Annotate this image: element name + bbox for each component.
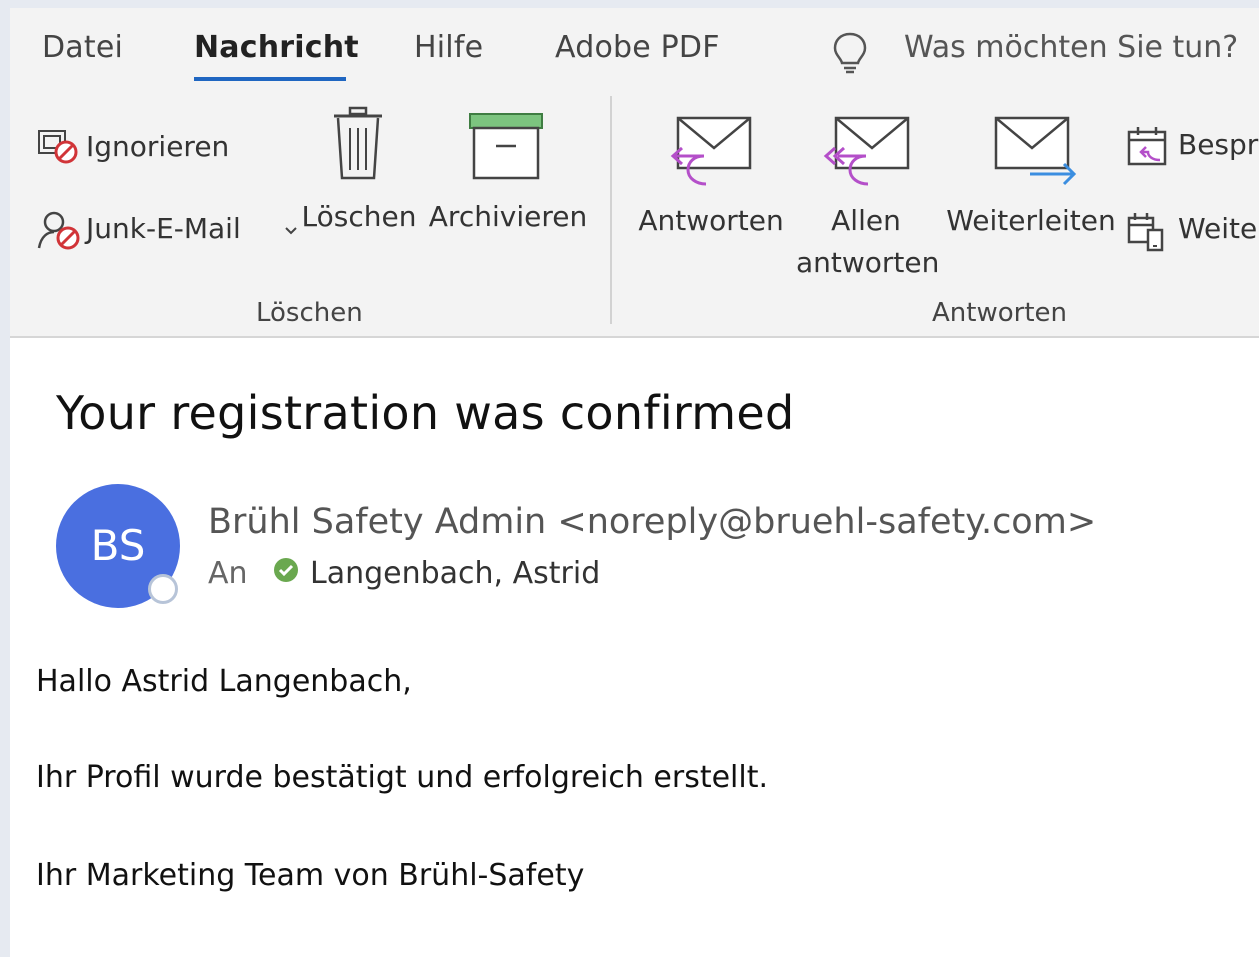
- reply-all-label-line1: Allen: [831, 204, 901, 237]
- tab-help[interactable]: Hilfe: [414, 30, 483, 65]
- reply-button[interactable]: Antworten: [636, 112, 786, 252]
- to-label: An: [208, 556, 248, 591]
- meeting-label: Bespre: [1178, 128, 1259, 161]
- presence-status-icon: [148, 574, 178, 604]
- meeting-button[interactable]: Bespre: [1126, 124, 1259, 168]
- delete-group-label: Löschen: [256, 298, 363, 328]
- lightbulb-icon: [833, 32, 867, 74]
- body-text: Ihr Profil wurde bestätigt und erfolgrei…: [36, 760, 769, 795]
- respond-group-label: Antworten: [932, 298, 1067, 328]
- delete-button[interactable]: Löschen: [300, 104, 418, 244]
- more-respond-label: Weiter: [1178, 212, 1259, 245]
- group-separator: [610, 96, 612, 324]
- trash-icon: [334, 106, 382, 180]
- archive-button[interactable]: Archivieren: [428, 108, 588, 248]
- tab-adobe-pdf[interactable]: Adobe PDF: [555, 30, 720, 65]
- archive-label: Archivieren: [428, 200, 588, 233]
- reply-all-icon: [823, 116, 910, 186]
- ignore-label: Ignorieren: [86, 130, 230, 163]
- more-respond-button[interactable]: Weiter: [1126, 208, 1259, 252]
- ribbon: Datei Nachricht Hilfe Adobe PDF Was möch…: [10, 8, 1259, 338]
- forward-label: Weiterleiten: [946, 204, 1116, 237]
- junk-email-label: Junk-E-Mail: [86, 212, 241, 245]
- ignore-conversation-icon: [38, 130, 78, 164]
- forward-icon: [994, 116, 1077, 186]
- reply-all-label-line2: antworten: [796, 246, 940, 279]
- tab-message[interactable]: Nachricht: [194, 30, 359, 65]
- chevron-down-icon: [285, 227, 297, 235]
- calendar-device-icon: [1127, 213, 1164, 252]
- reply-icon: [670, 116, 752, 186]
- delete-label: Löschen: [301, 200, 417, 233]
- reply-label: Antworten: [638, 204, 784, 237]
- reply-all-button[interactable]: Allen antworten: [796, 112, 940, 292]
- outlook-message-window: Datei Nachricht Hilfe Adobe PDF Was möch…: [10, 8, 1259, 957]
- tab-file[interactable]: Datei: [42, 30, 123, 65]
- recipient-status-icon: [274, 558, 298, 582]
- archive-box-icon: [469, 113, 543, 180]
- ignore-button[interactable]: Ignorieren: [36, 126, 236, 170]
- calendar-reply-icon: [1127, 127, 1167, 166]
- forward-button[interactable]: Weiterleiten: [946, 112, 1116, 252]
- junk-user-icon: [37, 211, 80, 250]
- recipient-name[interactable]: Langenbach, Astrid: [310, 556, 600, 591]
- message-subject: Your registration was confirmed: [56, 386, 795, 440]
- active-tab-indicator: [194, 77, 346, 81]
- body-greeting: Hallo Astrid Langenbach,: [36, 664, 412, 699]
- sender-name[interactable]: Brühl Safety Admin <noreply@bruehl-safet…: [208, 502, 1096, 542]
- body-signature: Ihr Marketing Team von Brühl-Safety: [36, 858, 585, 893]
- tell-me-placeholder: Was möchten Sie tun?: [904, 30, 1239, 65]
- junk-email-button[interactable]: Junk-E-Mail: [36, 208, 297, 252]
